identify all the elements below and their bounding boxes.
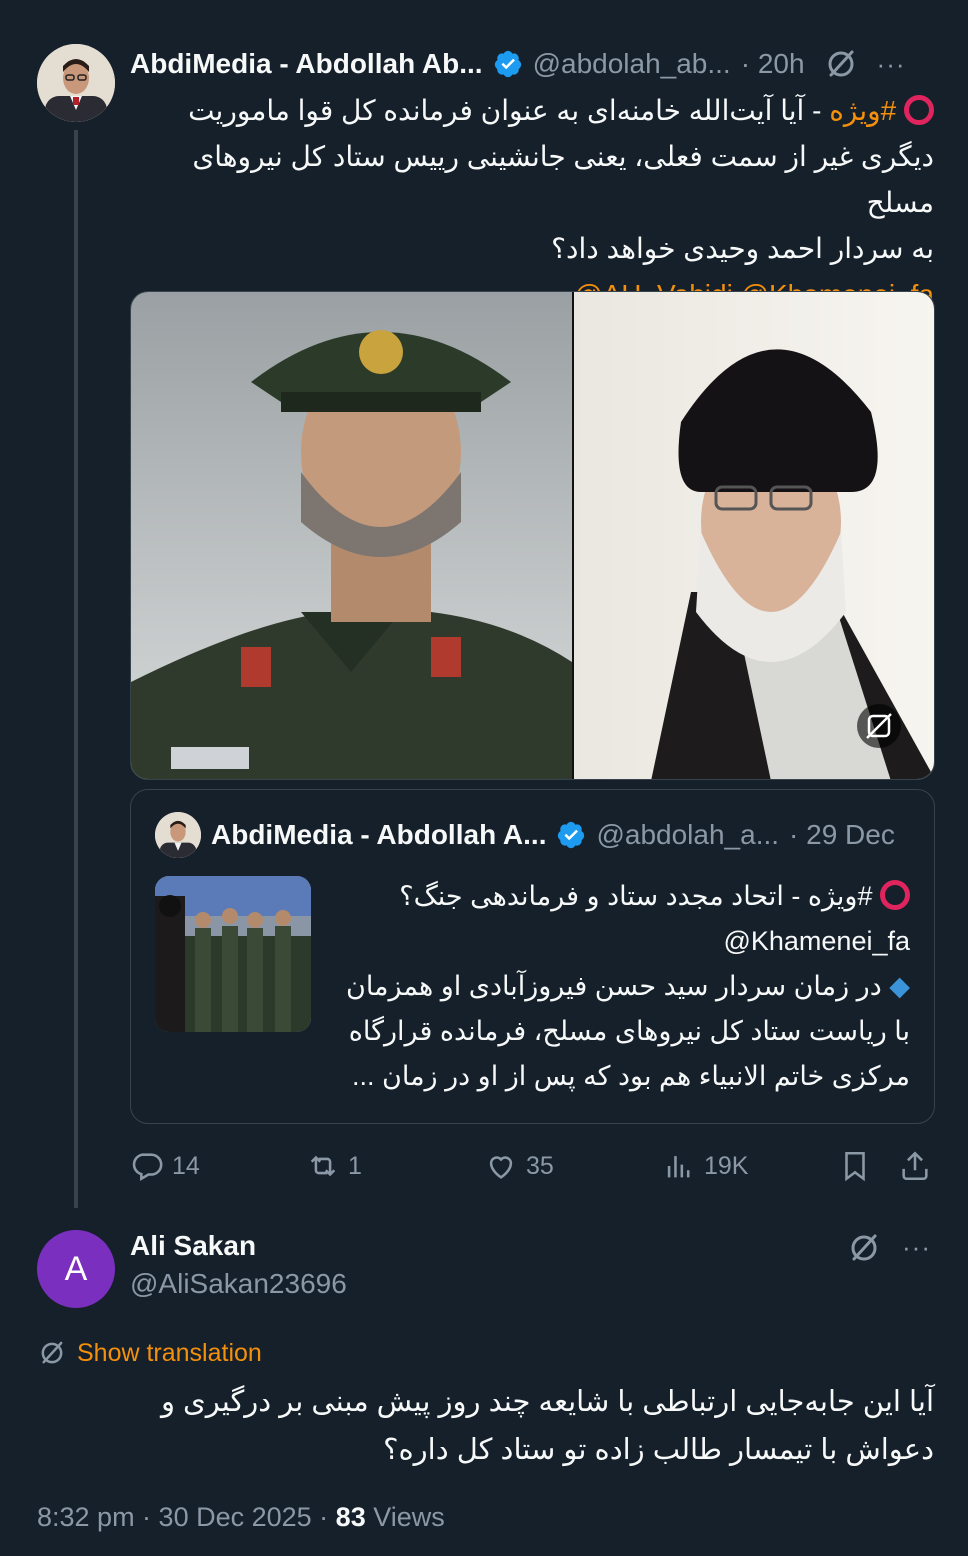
reply-line-2: دعواش با تیمسار طالب زاده تو ستاد کل دار…	[383, 1434, 934, 1466]
reply-metadata: 8:32 pm · 30 Dec 2025 · 83 Views	[37, 1502, 445, 1533]
more-options-icon[interactable]: ···	[902, 1232, 931, 1263]
tweet-line-1: #ویژه - آیا آیت‌الله خامنه‌ای به عنوان ف…	[128, 88, 934, 134]
view-count: 19K	[704, 1151, 749, 1180]
bookmark-button[interactable]	[838, 1149, 872, 1183]
quote-thumbnail-image	[155, 876, 311, 1032]
red-circle-icon	[904, 95, 934, 125]
hashtag-link[interactable]: #ویژه	[829, 95, 896, 126]
grok-icon[interactable]	[823, 46, 859, 82]
reply-timestamp[interactable]: 8:32 pm · 30 Dec 2025 ·	[37, 1502, 336, 1532]
reply-line-1: آیا این جابه‌جایی ارتباطی با شایعه چند ر…	[160, 1386, 934, 1418]
reply-views-label: Views	[365, 1502, 445, 1532]
quote-header: AbdiMedia - Abdollah A... @abdolah_a... …	[155, 812, 895, 858]
reply-author-name[interactable]: Ali Sakan	[130, 1230, 256, 1262]
quote-body: #ویژه - اتحاد مجدد ستاد و فرماندهی جنگ؟ …	[340, 874, 910, 1099]
author-handle[interactable]: @abdolah_ab...	[533, 48, 731, 80]
reply-button[interactable]: 14	[130, 1149, 200, 1183]
quote-line-3: با ریاست ستاد کل نیروهای مسلح، فرمانده ق…	[348, 1016, 910, 1046]
tweet-media-image[interactable]	[130, 291, 935, 780]
show-translation-label: Show translation	[77, 1338, 262, 1367]
share-button[interactable]	[898, 1149, 932, 1183]
bookmark-icon	[845, 1151, 865, 1182]
tweet-time[interactable]: · 20h	[741, 48, 805, 80]
show-translation-button[interactable]: Show translation	[37, 1338, 262, 1368]
tweet-action-bar: 14 1 35 19K	[130, 1146, 935, 1186]
grok-icon[interactable]	[846, 1230, 882, 1266]
more-options-icon[interactable]: ···	[877, 49, 906, 80]
tweet-body: #ویژه - آیا آیت‌الله خامنه‌ای به عنوان ف…	[128, 88, 934, 318]
reply-body: آیا این جابه‌جایی ارتباطی با شایعه چند ر…	[54, 1378, 934, 1474]
like-count: 35	[526, 1151, 554, 1180]
quote-line-2: ◆ در زمان سردار سید حسن فیروزآبادی او هم…	[340, 964, 910, 1009]
tweet-header: AbdiMedia - Abdollah Ab... @abdolah_ab..…	[130, 44, 906, 84]
red-circle-icon	[880, 880, 910, 910]
quote-mention: @Khamenei_fa	[723, 926, 910, 956]
translate-icon	[41, 1341, 63, 1364]
quote-line-1-text: #ویژه - اتحاد مجدد ستاد و فرماندهی جنگ؟	[399, 881, 873, 911]
repost-button[interactable]: 1	[306, 1149, 362, 1183]
quote-line-4: مرکزی خاتم الانبیاء هم بود که پس از او د…	[352, 1061, 910, 1091]
reply-view-count: 83	[335, 1502, 366, 1532]
quoted-tweet[interactable]: AbdiMedia - Abdollah A... @abdolah_a... …	[130, 789, 935, 1124]
quote-line-2-text: در زمان سردار سید حسن فیروزآبادی او همزم…	[346, 971, 882, 1001]
verified-badge-icon	[494, 50, 521, 78]
repost-count: 1	[348, 1151, 362, 1180]
tweet-line-2: دیگری غیر از سمت فعلی، یعنی جانشینی رییس…	[192, 141, 934, 218]
tweet-line-3: به سردار احمد وحیدی خواهد داد؟	[551, 233, 934, 264]
views-button[interactable]: 19K	[662, 1149, 748, 1183]
tweet-line-1-text: - آیا آیت‌الله خامنه‌ای به عنوان فرمانده…	[188, 95, 830, 126]
quote-author-avatar	[155, 812, 201, 858]
share-icon	[902, 1151, 928, 1181]
reply-icon	[132, 1153, 163, 1182]
quote-author-handle: @abdolah_a...	[596, 819, 780, 850]
blue-diamond-icon: ◆	[889, 971, 910, 1001]
like-button[interactable]: 35	[484, 1149, 554, 1183]
reply-author-handle[interactable]: @AliSakan23696	[130, 1268, 347, 1300]
analytics-icon	[667, 1156, 690, 1178]
verified-badge-icon	[558, 821, 585, 849]
reply-count: 14	[172, 1151, 200, 1180]
author-avatar[interactable]	[37, 44, 115, 122]
quote-date: · 29 Dec	[789, 819, 895, 850]
reply-author-avatar[interactable]: A	[37, 1230, 115, 1308]
quote-line-1: #ویژه - اتحاد مجدد ستاد و فرماندهی جنگ؟	[340, 874, 910, 919]
author-name[interactable]: AbdiMedia - Abdollah Ab...	[130, 48, 483, 80]
quote-author-name: AbdiMedia - Abdollah A...	[211, 819, 547, 850]
repost-icon	[310, 1155, 336, 1177]
heart-icon	[489, 1156, 513, 1179]
thread-connector-line	[74, 130, 78, 1208]
